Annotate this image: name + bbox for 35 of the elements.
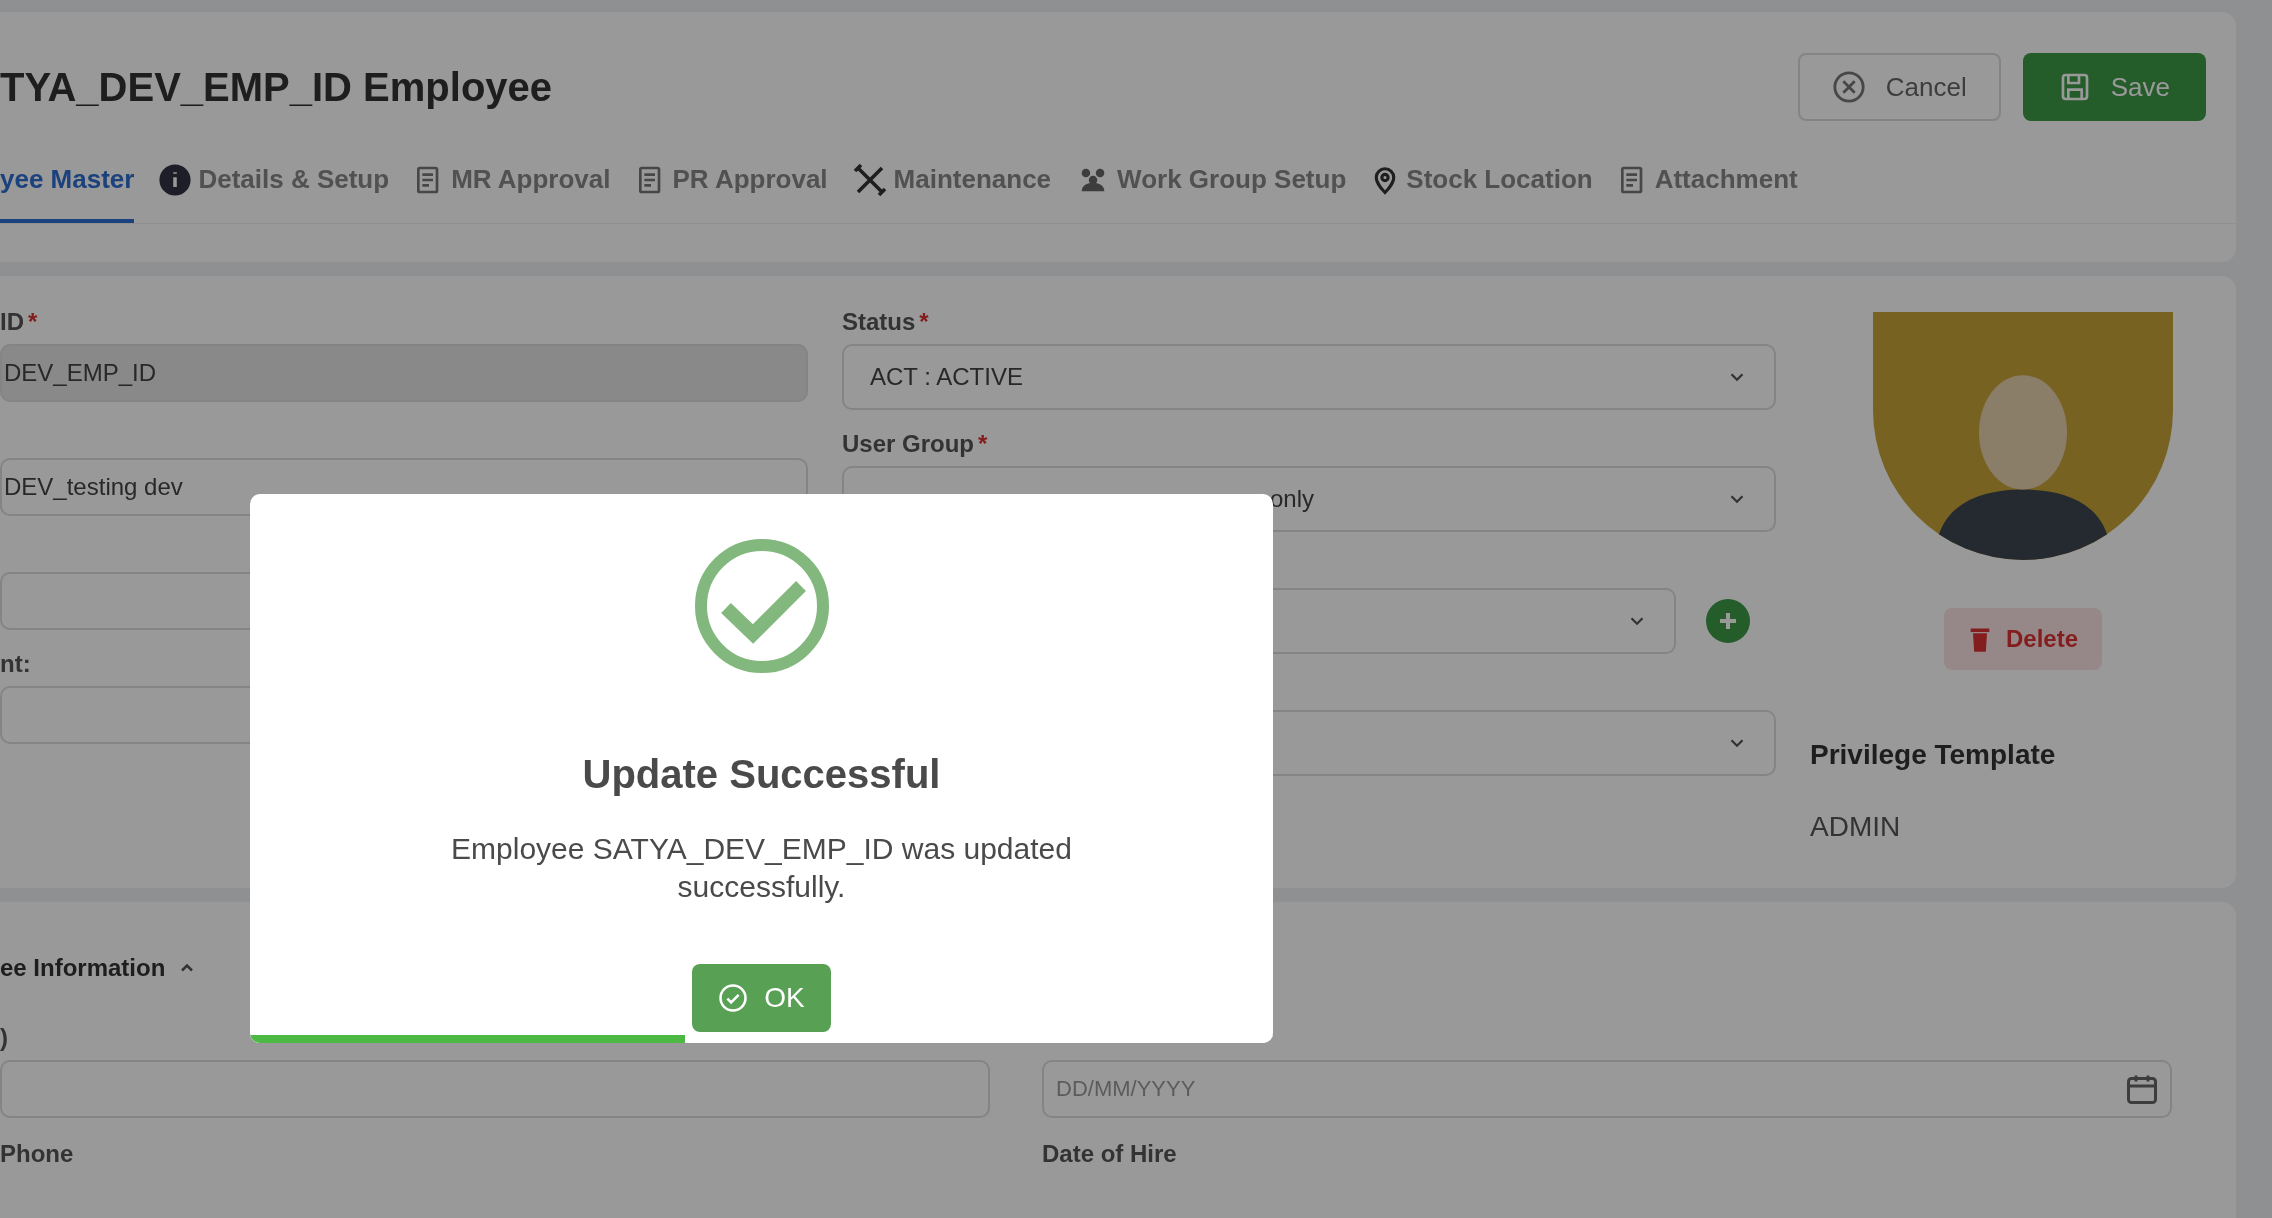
select-field[interactable]: ACT : ACTIVE (842, 344, 1776, 410)
cancel-icon (1831, 70, 1866, 104)
tab[interactable]: Stock Location (1370, 160, 1593, 223)
cancel-button[interactable]: Cancel (1797, 53, 2001, 121)
privilege-value: ADMIN (1810, 810, 1902, 844)
tab[interactable]: PR Approval (634, 160, 828, 223)
tab[interactable]: Attachment (1616, 160, 1798, 223)
tab[interactable]: Details & Setup (158, 160, 390, 223)
required-asterisk: * (919, 307, 929, 332)
date-field[interactable]: DD/MM/YYYY (1042, 1060, 2172, 1118)
required-asterisk: * (978, 429, 988, 454)
info-icon (158, 162, 193, 197)
tab[interactable]: MR Approval (413, 160, 611, 223)
check-circle-icon (718, 983, 749, 1013)
section-label: Privilege Template (1810, 738, 2056, 772)
required-asterisk: * (28, 307, 38, 332)
input-field[interactable]: DEV_EMP_ID (0, 344, 808, 402)
field-label: nt: (0, 649, 31, 674)
tab[interactable]: Maintenance (851, 160, 1052, 223)
save-button[interactable]: Save (2022, 53, 2206, 121)
dialog-title: Update Successful (582, 751, 941, 798)
dialog-message: Employee SATYA_DEV_EMP_ID was updated successfully. (450, 831, 1073, 905)
tab[interactable]: yee Master (0, 160, 135, 223)
field-label: Phone (0, 1139, 74, 1169)
field-label: Date of Hire (1042, 1139, 1177, 1169)
delete-button[interactable]: Delete (1943, 608, 2102, 670)
section-title: ee Information (0, 953, 166, 983)
field-label: Status (842, 307, 916, 332)
field-label: ) (0, 1024, 8, 1051)
ok-button[interactable]: OK (692, 964, 831, 1032)
page-title: TYA_DEV_EMP_ID Employee (0, 64, 553, 111)
field-label: ID (0, 307, 24, 332)
tab[interactable]: Work Group Setup (1075, 160, 1347, 223)
add-button[interactable] (1706, 599, 1750, 643)
check-circle-icon (693, 538, 830, 674)
